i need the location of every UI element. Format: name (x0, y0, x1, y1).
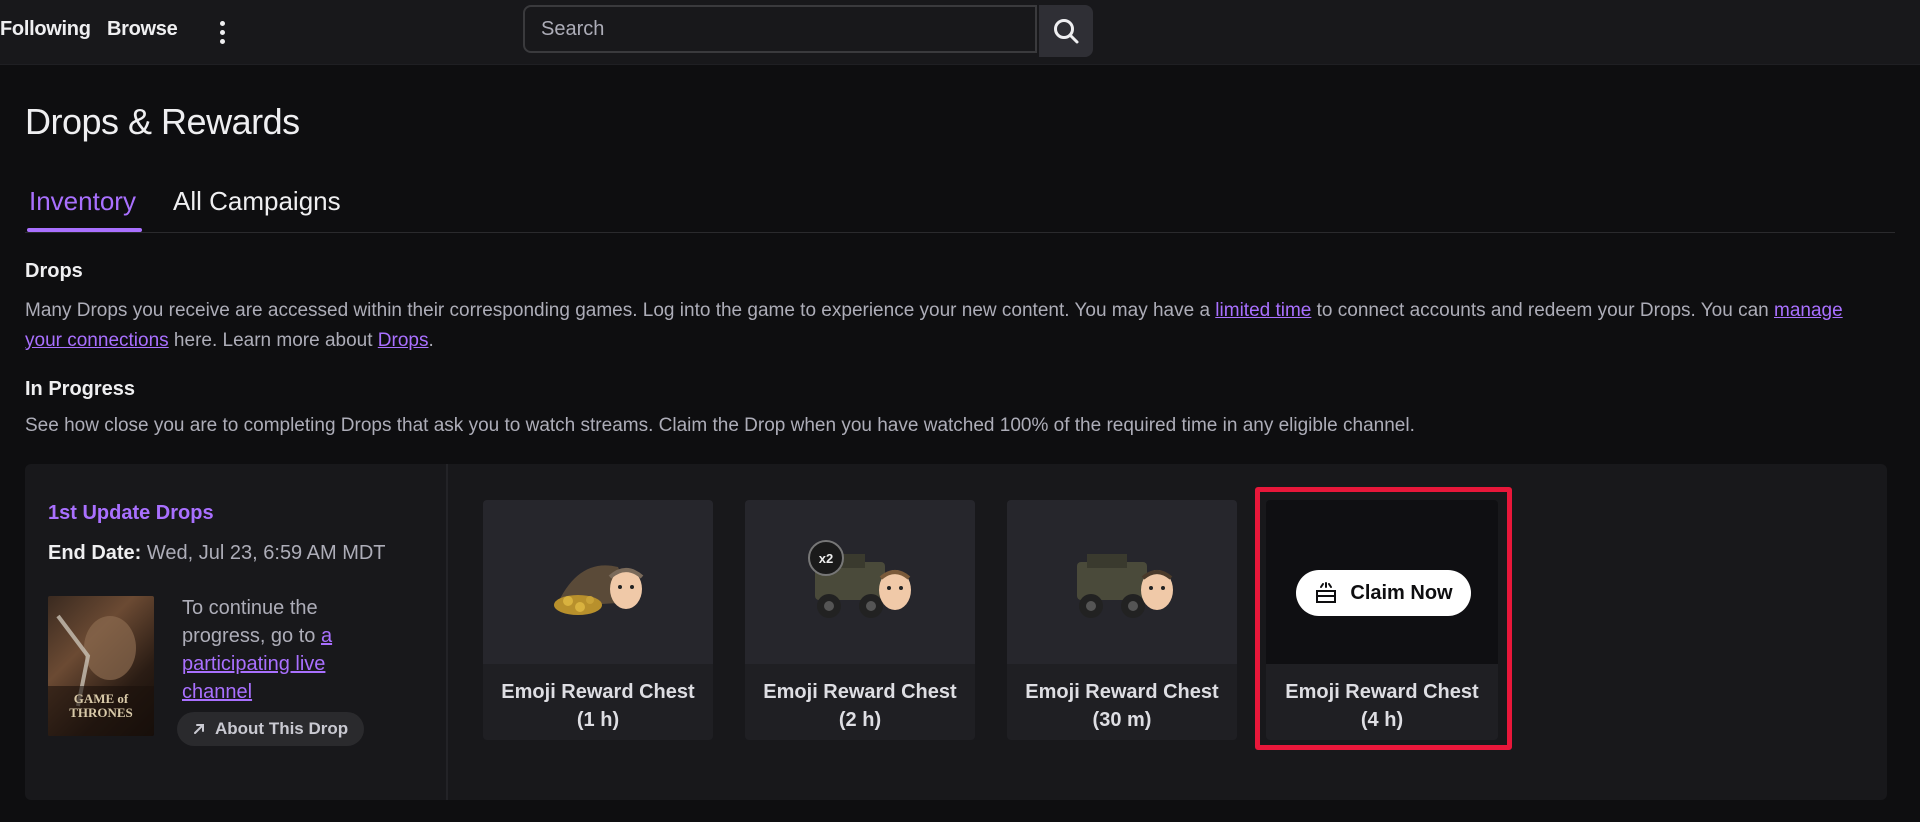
top-nav-bar: Following Browse (0, 0, 1920, 65)
limited-time-link[interactable]: limited time (1215, 300, 1311, 321)
drops-learn-more-link[interactable]: Drops (378, 330, 429, 351)
page-title: Drops & Rewards (25, 101, 300, 142)
game-box-art[interactable]: GAME of THRONES (48, 596, 154, 736)
drop-title: Emoji Reward Chest (30 m) (1007, 678, 1237, 734)
drop-name: Emoji Reward Chest (763, 681, 957, 703)
drop-duration: (1 h) (576, 709, 620, 731)
drop-card[interactable]: Emoji Reward Chest (1 h) (483, 500, 713, 740)
search-bar (523, 5, 1093, 57)
drop-name: Emoji Reward Chest (501, 681, 695, 703)
search-button[interactable] (1039, 5, 1093, 57)
more-options-button[interactable] (212, 16, 232, 48)
tab-all-campaigns[interactable]: All Campaigns (173, 186, 341, 217)
drop-image (1007, 500, 1237, 664)
arrow-up-right-icon (194, 724, 204, 734)
nav-browse-link[interactable]: Browse (107, 18, 178, 41)
text: here. Learn more about (168, 330, 378, 351)
drops-description: Many Drops you receive are accessed with… (25, 296, 1875, 356)
in-progress-heading: In Progress (25, 378, 136, 400)
highlight-box (1255, 487, 1512, 750)
end-date-label: End Date: (48, 542, 142, 564)
end-date-value: Wed, Jul 23, 6:59 AM MDT (141, 542, 386, 564)
tab-inventory[interactable]: Inventory (29, 186, 136, 217)
campaign-card: 1st Update Drops End Date: Wed, Jul 23, … (25, 464, 1887, 800)
drop-image: x2 (745, 500, 975, 664)
drop-duration: (30 m) (1092, 709, 1152, 731)
campaign-name[interactable]: 1st Update Drops (48, 502, 214, 525)
tabs-divider (25, 232, 1895, 233)
drop-title: Emoji Reward Chest (1 h) (483, 678, 713, 734)
campaign-end-date: End Date: Wed, Jul 23, 6:59 AM MDT (48, 542, 386, 565)
campaign-info: 1st Update Drops End Date: Wed, Jul 23, … (25, 464, 448, 800)
dot (219, 20, 225, 26)
vehicle-icon (1077, 554, 1173, 618)
dot (219, 29, 225, 35)
dot (219, 38, 225, 44)
game-art-title: GAME of THRONES (69, 691, 133, 720)
treasure-pile-icon (554, 565, 644, 615)
drop-card[interactable]: x2 Emoji Reward Chest (2 h) (745, 500, 975, 740)
about-this-drop-button[interactable]: About This Drop (177, 712, 365, 746)
text: . (428, 330, 434, 351)
drops-heading: Drops (25, 260, 83, 282)
text: Many Drops you receive are accessed with… (25, 300, 1216, 321)
text: To continue the progress, go to (182, 597, 321, 647)
search-icon (1054, 19, 1079, 44)
drop-name: Emoji Reward Chest (1025, 681, 1219, 703)
text: to connect accounts and redeem your Drop… (1311, 300, 1774, 321)
drop-duration: (2 h) (838, 709, 882, 731)
in-progress-description: See how close you are to completing Drop… (25, 415, 1415, 436)
continue-message: To continue the progress, go to a partic… (182, 594, 362, 706)
nav-following-link[interactable]: Following (0, 18, 91, 41)
drop-card[interactable]: Emoji Reward Chest (30 m) (1007, 500, 1237, 740)
drop-image (483, 500, 713, 664)
quantity-badge: x2 (808, 540, 844, 576)
about-label: About This Drop (215, 719, 349, 738)
drop-title: Emoji Reward Chest (2 h) (745, 678, 975, 734)
search-input[interactable] (523, 5, 1037, 53)
